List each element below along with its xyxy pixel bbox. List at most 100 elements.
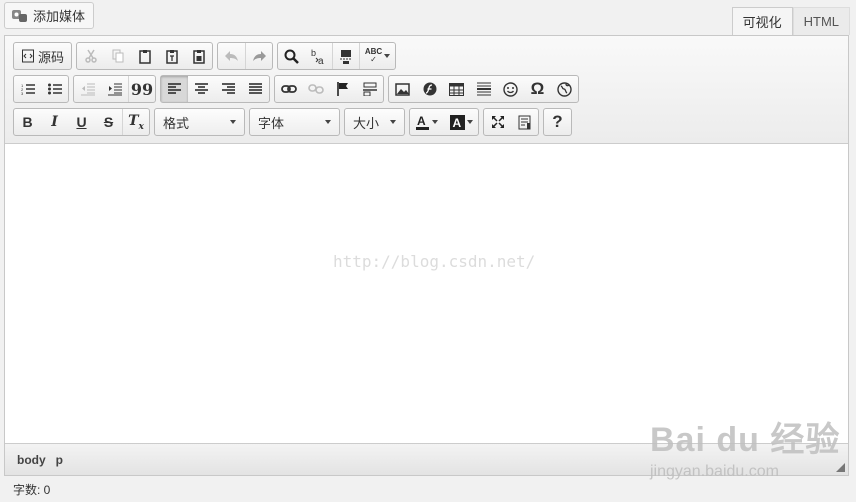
word-count: 字数: 0 bbox=[13, 483, 51, 497]
align-justify-icon bbox=[249, 83, 262, 95]
media-icon bbox=[11, 8, 29, 24]
add-media-button[interactable]: 添加媒体 bbox=[4, 2, 95, 29]
bullet-list-button[interactable] bbox=[41, 76, 68, 102]
tab-visual[interactable]: 可视化 bbox=[731, 7, 793, 35]
size-select[interactable]: 大小 bbox=[344, 108, 405, 136]
page-break-icon bbox=[339, 49, 353, 64]
path-element-body[interactable]: body bbox=[17, 453, 46, 467]
help-button[interactable]: ? bbox=[544, 109, 571, 135]
align-justify-button[interactable] bbox=[242, 76, 269, 102]
svg-text:b: b bbox=[311, 48, 316, 58]
blockquote-button[interactable]: 99 bbox=[128, 76, 155, 102]
special-char-button[interactable]: Ω bbox=[524, 76, 551, 102]
editor-toolbar: 源码 ba ABC ✓ 1 2 3 99 Ω B I U S Tx 格式 字体 … bbox=[5, 36, 848, 144]
underline-icon: U bbox=[76, 114, 87, 130]
editor-content-area[interactable]: http://blog.csdn.net/ bbox=[5, 144, 848, 444]
horizontal-rule-button[interactable] bbox=[356, 76, 383, 102]
spellcheck-button[interactable]: ABC ✓ bbox=[359, 43, 395, 69]
font-select[interactable]: 字体 bbox=[249, 108, 340, 136]
align-center-button[interactable] bbox=[188, 76, 215, 102]
watermark-text: http://blog.csdn.net/ bbox=[333, 252, 536, 271]
editor-mode-tabs: 可视化 HTML bbox=[731, 7, 850, 35]
undo-icon bbox=[224, 50, 240, 62]
copy-icon bbox=[111, 49, 125, 63]
strikethrough-icon: S bbox=[103, 114, 114, 130]
paste-button[interactable] bbox=[131, 43, 158, 69]
chevron-down-icon bbox=[325, 120, 331, 124]
outdent-button[interactable] bbox=[74, 76, 101, 102]
bold-button[interactable]: B bbox=[14, 109, 41, 135]
link-icon bbox=[280, 84, 297, 94]
image-icon bbox=[395, 82, 410, 96]
undo-button[interactable] bbox=[218, 43, 245, 69]
format-select[interactable]: 格式 bbox=[154, 108, 245, 136]
lines-icon bbox=[476, 82, 491, 96]
flash-icon bbox=[423, 82, 437, 96]
chevron-down-icon bbox=[390, 120, 396, 124]
replace-button[interactable]: ba bbox=[305, 43, 332, 69]
preview-button[interactable] bbox=[511, 109, 538, 135]
globe-icon bbox=[557, 81, 572, 97]
align-left-button[interactable] bbox=[161, 76, 188, 102]
copy-button[interactable] bbox=[104, 43, 131, 69]
link-button[interactable] bbox=[275, 76, 302, 102]
unlink-button[interactable] bbox=[302, 76, 329, 102]
preview-icon bbox=[518, 115, 531, 130]
size-select-value: 大小 bbox=[353, 115, 380, 131]
font-select-value: 字体 bbox=[258, 115, 285, 131]
tab-html[interactable]: HTML bbox=[792, 7, 850, 35]
align-right-icon bbox=[222, 83, 235, 95]
paste-word-button[interactable] bbox=[185, 43, 212, 69]
source-label: 源码 bbox=[38, 49, 65, 65]
path-element-p[interactable]: p bbox=[56, 453, 63, 467]
editor-statusbar: body p bbox=[5, 443, 848, 475]
align-left-icon bbox=[168, 83, 181, 95]
chevron-down-icon bbox=[230, 120, 236, 124]
align-center-icon bbox=[195, 83, 208, 95]
add-media-label: 添加媒体 bbox=[33, 9, 86, 24]
numbered-list-icon: 123 bbox=[21, 83, 35, 96]
table-button[interactable] bbox=[443, 76, 470, 102]
bullet-list-icon bbox=[47, 83, 62, 95]
anchor-button[interactable] bbox=[329, 76, 356, 102]
indent-button[interactable] bbox=[101, 76, 128, 102]
flash-button[interactable] bbox=[416, 76, 443, 102]
italic-button[interactable]: I bbox=[41, 109, 68, 135]
svg-text:3: 3 bbox=[21, 91, 24, 96]
unlink-icon bbox=[307, 83, 324, 95]
iframe-button[interactable] bbox=[551, 76, 578, 102]
italic-icon: I bbox=[51, 114, 58, 130]
svg-text:a: a bbox=[318, 56, 324, 65]
fullscreen-button[interactable] bbox=[484, 109, 511, 135]
quote-icon: 99 bbox=[130, 79, 154, 99]
horizontal-line-button[interactable] bbox=[470, 76, 497, 102]
page-break-button[interactable] bbox=[332, 43, 359, 69]
background-color-button[interactable]: A bbox=[444, 109, 478, 135]
remove-format-button[interactable]: Tx bbox=[122, 109, 149, 135]
resize-handle[interactable] bbox=[836, 463, 845, 472]
clipboard-icon bbox=[138, 49, 152, 64]
smiley-button[interactable] bbox=[497, 76, 524, 102]
omega-icon: Ω bbox=[530, 79, 545, 98]
maximize-icon bbox=[491, 115, 505, 129]
clear-format-icon: Tx bbox=[128, 112, 144, 132]
editor-page: 添加媒体 可视化 HTML 源码 b a ABC ✓ 1 2 3 99 Ω B … bbox=[0, 0, 856, 502]
underline-button[interactable]: U bbox=[68, 109, 95, 135]
flag-icon bbox=[336, 82, 349, 96]
image-button[interactable] bbox=[389, 76, 416, 102]
paste-word-icon bbox=[192, 49, 206, 64]
help-icon: ? bbox=[552, 112, 563, 131]
find-button[interactable] bbox=[278, 43, 305, 69]
strikethrough-button[interactable]: S bbox=[95, 109, 122, 135]
svg-text:A: A bbox=[417, 115, 426, 128]
text-color-icon: A bbox=[416, 115, 430, 130]
indent-icon bbox=[107, 83, 122, 96]
redo-button[interactable] bbox=[245, 43, 272, 69]
source-button[interactable]: 源码 bbox=[14, 43, 71, 69]
cut-button[interactable] bbox=[77, 43, 104, 69]
replace-icon: ba bbox=[310, 48, 327, 65]
text-color-button[interactable]: A bbox=[410, 109, 444, 135]
align-right-button[interactable] bbox=[215, 76, 242, 102]
paste-text-button[interactable] bbox=[158, 43, 185, 69]
numbered-list-button[interactable]: 123 bbox=[14, 76, 41, 102]
